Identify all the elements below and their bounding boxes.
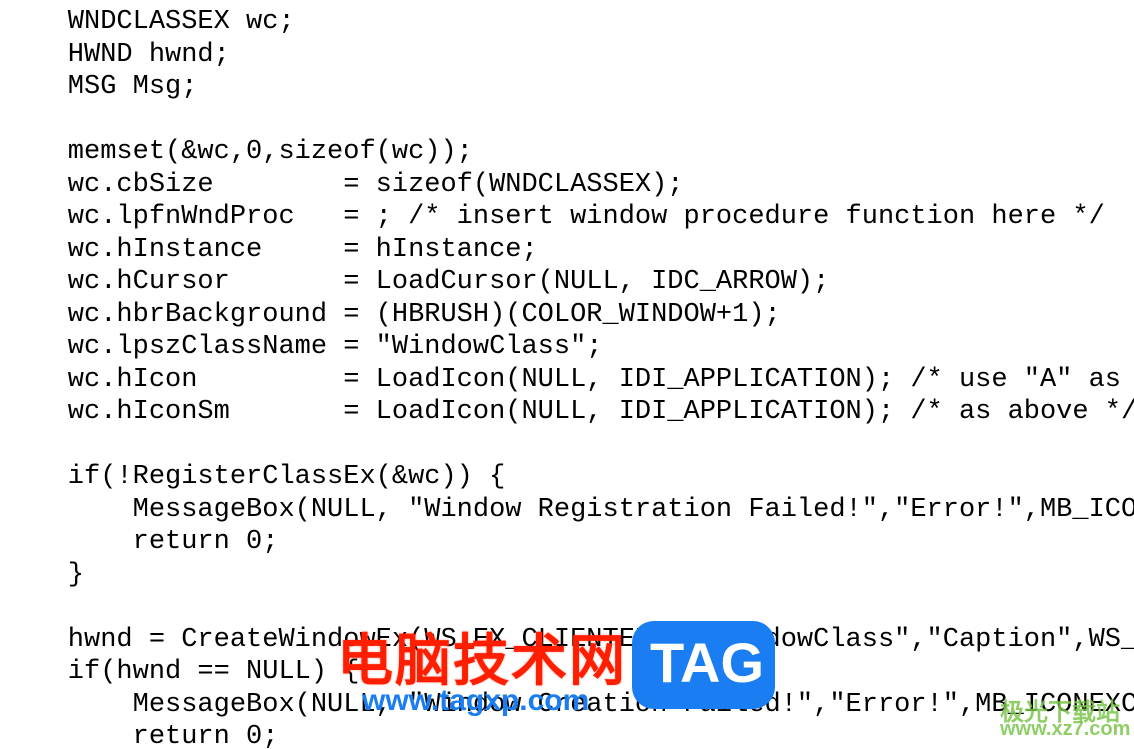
code-block: WNDCLASSEX wc; HWND hwnd; MSG Msg; memse… <box>3 6 1134 749</box>
code-content: WNDCLASSEX wc; HWND hwnd; MSG Msg; memse… <box>3 7 1134 749</box>
